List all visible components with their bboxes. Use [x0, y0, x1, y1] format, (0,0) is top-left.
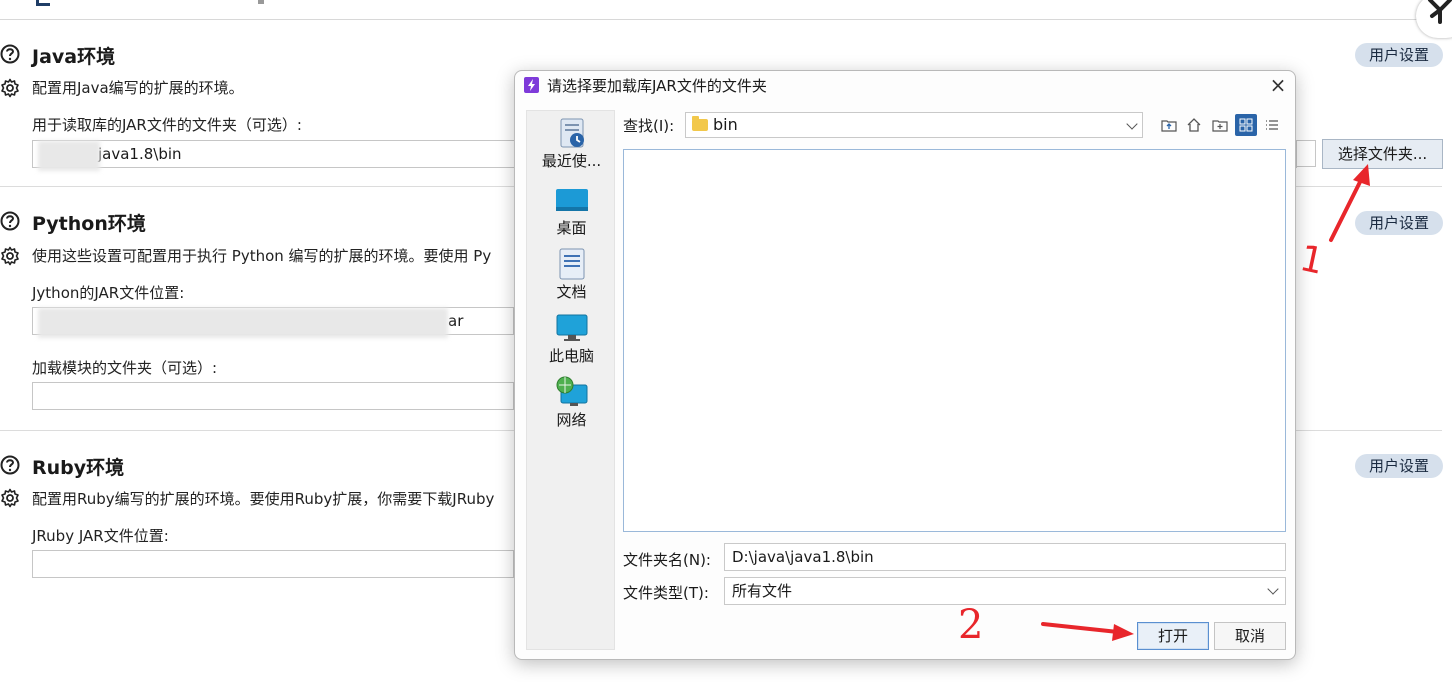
- dialog-title: 请选择要加载库JAR文件的文件夹: [547, 77, 767, 95]
- up-folder-icon[interactable]: [1158, 114, 1180, 136]
- cancel-button[interactable]: 取消: [1214, 622, 1286, 650]
- help-icon[interactable]: [0, 210, 20, 232]
- python-user-settings-badge[interactable]: 用户设置: [1355, 211, 1443, 235]
- place-desktop[interactable]: 桌面: [527, 183, 616, 238]
- look-in-value: bin: [713, 115, 738, 134]
- close-icon[interactable]: ×: [1267, 75, 1289, 97]
- folder-name-label: 文件夹名(N):: [623, 551, 711, 569]
- java-folder-label: 用于读取库的JAR文件的文件夹（可选）:: [32, 116, 302, 134]
- app-logo: [1416, 0, 1452, 38]
- settings-page: Java环境 配置用Java编写的扩展的环境。 用于读取库的JAR文件的文件夹（…: [0, 0, 1452, 682]
- java-folder-value: java1.8\bin: [98, 145, 182, 163]
- file-type-value: 所有文件: [732, 582, 793, 600]
- annotation-mark-1: 1: [1296, 238, 1327, 283]
- file-type-select[interactable]: 所有文件: [724, 577, 1286, 605]
- python-section-title: Python环境: [32, 213, 146, 235]
- redacted-path: [38, 308, 448, 338]
- chevron-down-icon: [1267, 583, 1279, 595]
- place-this-pc[interactable]: 此电脑: [527, 311, 616, 366]
- documents-icon: [555, 247, 589, 281]
- details-view-icon[interactable]: [1261, 114, 1283, 136]
- jruby-jar-label: JRuby JAR文件位置:: [32, 527, 169, 545]
- ruby-section-description: 配置用Ruby编写的扩展的环境。要使用Ruby扩展，你需要下载JRuby: [32, 490, 495, 508]
- new-folder-icon[interactable]: [1209, 114, 1231, 136]
- recent-icon: [555, 116, 589, 150]
- look-in-label: 查找(I):: [623, 117, 675, 135]
- look-in-select[interactable]: bin: [685, 112, 1143, 138]
- top-divider: [0, 19, 1442, 20]
- jython-jar-value: ar: [448, 312, 464, 330]
- places-sidebar: 最近使... 桌面 文档 此电脑 网络: [526, 110, 615, 650]
- file-list[interactable]: [623, 149, 1286, 532]
- gear-icon[interactable]: [0, 78, 20, 98]
- java-section-description: 配置用Java编写的扩展的环境。: [32, 79, 244, 97]
- network-icon: [555, 375, 589, 409]
- open-button[interactable]: 打开: [1137, 622, 1209, 650]
- desktop-icon: [555, 183, 589, 217]
- file-type-label: 文件类型(T):: [623, 584, 709, 602]
- place-recent[interactable]: 最近使...: [527, 116, 616, 171]
- python-section-description: 使用这些设置可配置用于执行 Python 编写的扩展的环境。要使用 Py: [32, 247, 492, 265]
- jython-jar-label: Jython的JAR文件位置:: [32, 284, 185, 302]
- folder-chooser-dialog: 请选择要加载库JAR文件的文件夹 × 最近使... 桌面 文档 此电脑 网络 查…: [514, 70, 1296, 660]
- top-cut-mark: [258, 0, 264, 4]
- jruby-jar-field[interactable]: [32, 550, 514, 578]
- python-modules-field[interactable]: [32, 382, 514, 410]
- place-label: 最近使...: [541, 152, 602, 170]
- java-folder-field-end: [1296, 140, 1316, 167]
- home-icon[interactable]: [1183, 114, 1205, 136]
- place-label: 此电脑: [548, 347, 594, 365]
- redacted-path: [38, 141, 100, 171]
- ruby-section-title: Ruby环境: [32, 457, 125, 479]
- place-documents[interactable]: 文档: [527, 247, 616, 302]
- place-label: 网络: [556, 411, 587, 429]
- folder-icon: [692, 116, 708, 131]
- computer-icon: [555, 311, 589, 345]
- help-icon[interactable]: [0, 454, 20, 476]
- ruby-user-settings-badge[interactable]: 用户设置: [1355, 454, 1443, 478]
- place-label: 桌面: [556, 219, 587, 237]
- java-section-title: Java环境: [32, 46, 116, 68]
- java-user-settings-badge[interactable]: 用户设置: [1355, 43, 1443, 67]
- folder-name-input[interactable]: D:\java\java1.8\bin: [724, 543, 1286, 571]
- top-cut-icon: [36, 0, 50, 6]
- place-label: 文档: [556, 283, 587, 301]
- place-network[interactable]: 网络: [527, 375, 616, 430]
- gear-icon[interactable]: [0, 488, 20, 508]
- chevron-down-icon: [1126, 118, 1138, 130]
- gear-icon[interactable]: [0, 246, 20, 266]
- choose-folder-button[interactable]: 选择文件夹...: [1322, 139, 1443, 169]
- python-modules-label: 加载模块的文件夹（可选）:: [32, 359, 218, 377]
- list-view-icon[interactable]: [1235, 114, 1257, 136]
- app-title-icon: [524, 77, 539, 93]
- help-icon[interactable]: [0, 43, 20, 65]
